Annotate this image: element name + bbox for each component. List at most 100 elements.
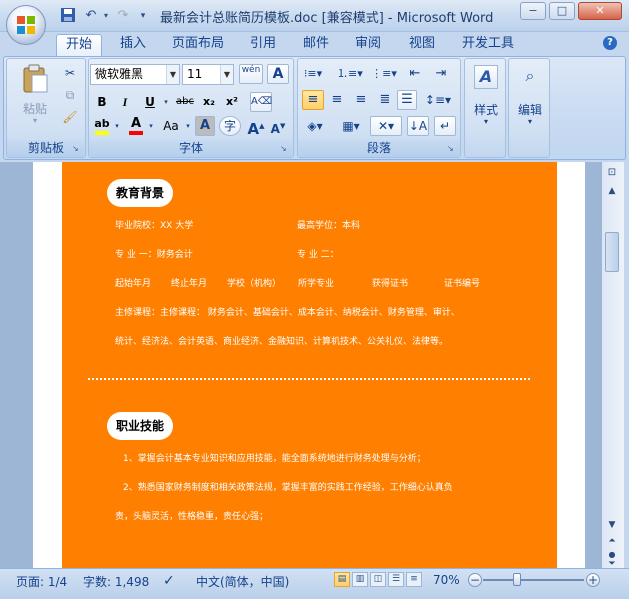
scrollbar-thumb[interactable] <box>605 232 619 272</box>
borders-icon[interactable]: ▦▾ <box>336 116 366 136</box>
change-case-button[interactable]: Aa <box>159 116 183 136</box>
scroll-up-icon[interactable]: ▲ <box>604 184 620 198</box>
strikethrough-button[interactable]: abc <box>174 92 196 112</box>
paragraph-group-label: 段落 <box>298 140 460 157</box>
underline-button[interactable]: U <box>140 92 160 112</box>
tab-insert[interactable]: 插入 <box>112 34 154 56</box>
redo-icon[interactable]: ↷ <box>114 7 132 25</box>
multilevel-list-icon[interactable]: ⋮≡▾ <box>370 64 398 84</box>
skill-line-1: 1、掌握会计基本专业知识和应用技能，能全面系统地进行财务处理与分析； <box>123 454 426 464</box>
full-screen-reading-icon[interactable]: ▥ <box>352 572 368 587</box>
zoom-slider-thumb[interactable] <box>513 573 521 586</box>
chevron-down-icon: ▼ <box>220 65 233 84</box>
help-icon[interactable]: ? <box>603 36 617 50</box>
font-group-label: 字体 <box>89 140 293 157</box>
maximize-button[interactable]: □ <box>549 2 575 20</box>
superscript-button[interactable]: x² <box>222 92 242 112</box>
zoom-in-button[interactable]: + <box>586 573 600 587</box>
copy-icon[interactable]: ⧉ <box>60 85 80 105</box>
show-marks-icon[interactable]: ↵ <box>434 116 456 136</box>
tab-review[interactable]: 审阅 <box>348 34 388 56</box>
format-painter-icon[interactable]: 🖌 <box>60 107 80 127</box>
print-layout-view-icon[interactable]: ▤ <box>334 572 350 587</box>
font-color-dropdown-icon[interactable]: ▾ <box>146 116 156 136</box>
tab-view[interactable]: 视图 <box>402 34 442 56</box>
next-page-icon[interactable]: ⏷ <box>604 560 620 569</box>
font-color-button[interactable]: A <box>126 116 146 136</box>
increase-indent-icon[interactable]: ⇥ <box>430 64 452 84</box>
sort-icon[interactable]: ↓A <box>407 116 429 136</box>
clipboard-icon <box>23 64 48 93</box>
binoculars-icon: ⌕ <box>525 66 535 85</box>
shrink-font-label: A <box>270 122 280 136</box>
change-case-dropdown-icon[interactable]: ▾ <box>183 116 193 136</box>
minimize-button[interactable]: − <box>520 2 546 20</box>
edu-col-cert: 获得证书 <box>372 279 409 289</box>
tab-developer[interactable]: 开发工具 <box>456 34 520 56</box>
editing-group[interactable]: ⌕ 编辑 ▾ <box>508 58 550 158</box>
save-icon[interactable] <box>59 7 77 25</box>
grow-font-button[interactable]: A▲ <box>246 116 266 138</box>
numbering-icon[interactable]: ⒈≡▾ <box>336 64 363 84</box>
font-size-value: 11 <box>187 67 203 81</box>
clear-formatting-button[interactable]: A⌫ <box>250 92 272 112</box>
edu-major-1: 专 业 一：财务会计 <box>115 250 193 260</box>
page-count[interactable]: 页面: 1/4 <box>16 573 67 590</box>
highlight-button[interactable]: ab <box>92 116 112 136</box>
paste-button[interactable]: 粘贴 ▾ <box>14 62 56 132</box>
close-button[interactable]: ✕ <box>578 2 622 20</box>
outline-view-icon[interactable]: ☰ <box>388 572 404 587</box>
word-count[interactable]: 字数: 1,498 <box>83 573 149 590</box>
font-size-combo[interactable]: 11 ▼ <box>182 64 234 85</box>
customize-qat-icon[interactable]: ▾ <box>134 7 152 25</box>
enclose-characters-button[interactable]: 字 <box>219 116 241 136</box>
tab-mailings[interactable]: 邮件 <box>296 34 336 56</box>
ruler-toggle-icon[interactable]: ⊡ <box>604 166 620 180</box>
chevron-down-icon: ▾ <box>483 117 488 126</box>
distributed-icon[interactable]: ☰ <box>397 90 417 110</box>
vertical-scrollbar[interactable] <box>602 162 624 568</box>
highlight-dropdown-icon[interactable]: ▾ <box>112 116 122 136</box>
web-layout-icon[interactable]: ◫ <box>370 572 386 587</box>
character-shading-button[interactable]: A <box>195 116 215 136</box>
decrease-indent-icon[interactable]: ⇤ <box>404 64 426 84</box>
paragraph-launcher-icon[interactable]: ↘ <box>447 144 457 154</box>
shrink-font-button[interactable]: A▼ <box>268 116 288 136</box>
shading-icon[interactable]: ◈▾ <box>300 116 330 136</box>
justify-icon[interactable]: ≣ <box>374 90 396 110</box>
bold-button[interactable]: B <box>92 92 112 112</box>
font-launcher-icon[interactable]: ↘ <box>280 144 290 154</box>
draft-view-icon[interactable]: ≡ <box>406 572 422 587</box>
zoom-level[interactable]: 70% <box>433 573 460 587</box>
styles-icon: A <box>474 65 498 89</box>
language-indicator[interactable]: 中文(简体，中国) <box>196 573 289 590</box>
align-right-icon[interactable]: ≡ <box>350 90 372 110</box>
previous-page-icon[interactable]: ⏶ <box>604 534 620 548</box>
line-spacing-icon[interactable]: ↕≡▾ <box>423 90 453 110</box>
underline-dropdown-icon[interactable]: ▾ <box>161 92 171 112</box>
styles-group[interactable]: A 样式 ▾ <box>464 58 506 158</box>
bullets-icon[interactable]: ⁝≡▾ <box>300 64 326 84</box>
tab-references[interactable]: 引用 <box>244 34 282 56</box>
cut-icon[interactable]: ✂ <box>60 63 80 83</box>
office-button[interactable] <box>6 5 46 45</box>
zoom-slider-track[interactable] <box>483 579 584 581</box>
undo-dropdown-icon[interactable]: ▾ <box>97 7 115 25</box>
subscript-button[interactable]: x₂ <box>199 92 219 112</box>
scroll-down-icon[interactable]: ▼ <box>604 518 620 532</box>
edu-col-cert-no: 证书编号 <box>444 279 481 289</box>
phonetic-guide-button[interactable]: wén <box>239 64 263 84</box>
clipboard-launcher-icon[interactable]: ↘ <box>72 144 82 154</box>
tab-home[interactable]: 开始 <box>56 34 102 56</box>
font-name-combo[interactable]: 微软雅黑 ▼ <box>90 64 180 85</box>
zoom-out-button[interactable]: − <box>468 573 482 587</box>
character-border-button[interactable]: A <box>267 64 289 84</box>
chinese-layout-icon[interactable]: ✕▾ <box>370 116 402 136</box>
proofing-icon[interactable]: ✓ <box>163 573 175 589</box>
chevron-down-icon: ▾ <box>527 117 532 126</box>
align-left-icon[interactable]: ≡ <box>302 90 324 110</box>
grow-font-label: A <box>247 120 260 138</box>
tab-page-layout[interactable]: 页面布局 <box>166 34 230 56</box>
italic-button[interactable]: I <box>115 92 135 112</box>
align-center-icon[interactable]: ≡ <box>326 90 348 110</box>
